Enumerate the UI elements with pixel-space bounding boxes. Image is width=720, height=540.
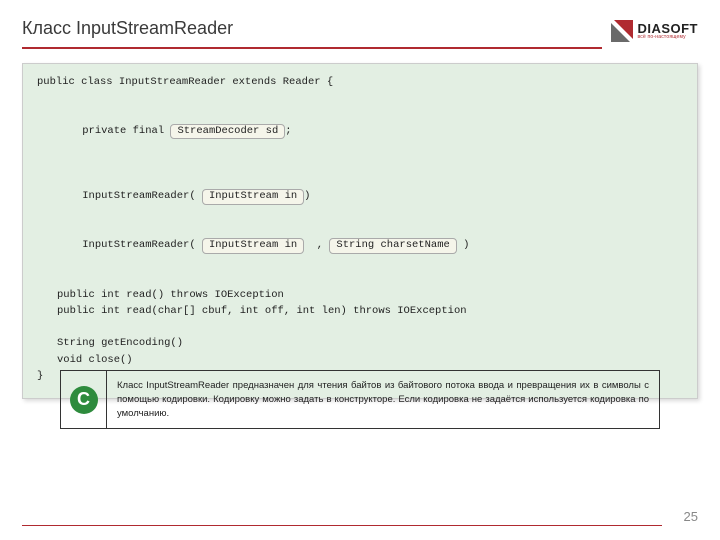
code-text: ) xyxy=(457,239,470,251)
code-line: void close() xyxy=(37,352,683,368)
code-line: private final StreamDecoder sd; xyxy=(37,107,683,156)
code-line: InputStreamReader( InputStream in) xyxy=(37,172,683,221)
code-line: public int read() throws IOException xyxy=(37,287,683,303)
page-number: 25 xyxy=(684,509,698,524)
info-badge-cell: С xyxy=(61,371,107,428)
code-text: InputStreamReader( xyxy=(82,190,202,202)
code-block: public class InputStreamReader extends R… xyxy=(22,63,698,399)
code-line: public int read(char[] cbuf, int off, in… xyxy=(37,303,683,319)
code-line: InputStreamReader( InputStream in , Stri… xyxy=(37,221,683,270)
info-box: С Класс InputStreamReader предназначен д… xyxy=(60,370,660,429)
code-pill: StreamDecoder sd xyxy=(170,124,285,140)
code-text: ) xyxy=(304,190,310,202)
code-text: InputStreamReader( xyxy=(82,239,202,251)
code-pill: String charsetName xyxy=(329,238,456,254)
info-badge-icon: С xyxy=(70,386,98,414)
footer-divider xyxy=(22,525,662,526)
code-blank xyxy=(37,90,683,106)
code-blank xyxy=(37,319,683,335)
code-pill: InputStream in xyxy=(202,238,304,254)
code-blank xyxy=(37,156,683,172)
info-text: Класс InputStreamReader предназначен для… xyxy=(107,371,659,428)
code-pill: InputStream in xyxy=(202,189,304,205)
code-text: private final xyxy=(82,125,170,137)
code-line: String getEncoding() xyxy=(37,335,683,351)
code-text: ; xyxy=(285,125,291,137)
brand-logo: DIASOFT всё по-настоящему xyxy=(609,18,698,44)
code-line: public class InputStreamReader extends R… xyxy=(37,74,683,90)
logo-icon xyxy=(609,18,635,44)
code-blank xyxy=(37,270,683,286)
code-text: , xyxy=(304,239,329,251)
logo-text-sub: всё по-настоящему xyxy=(637,35,698,40)
page-title: Класс InputStreamReader xyxy=(22,18,602,49)
